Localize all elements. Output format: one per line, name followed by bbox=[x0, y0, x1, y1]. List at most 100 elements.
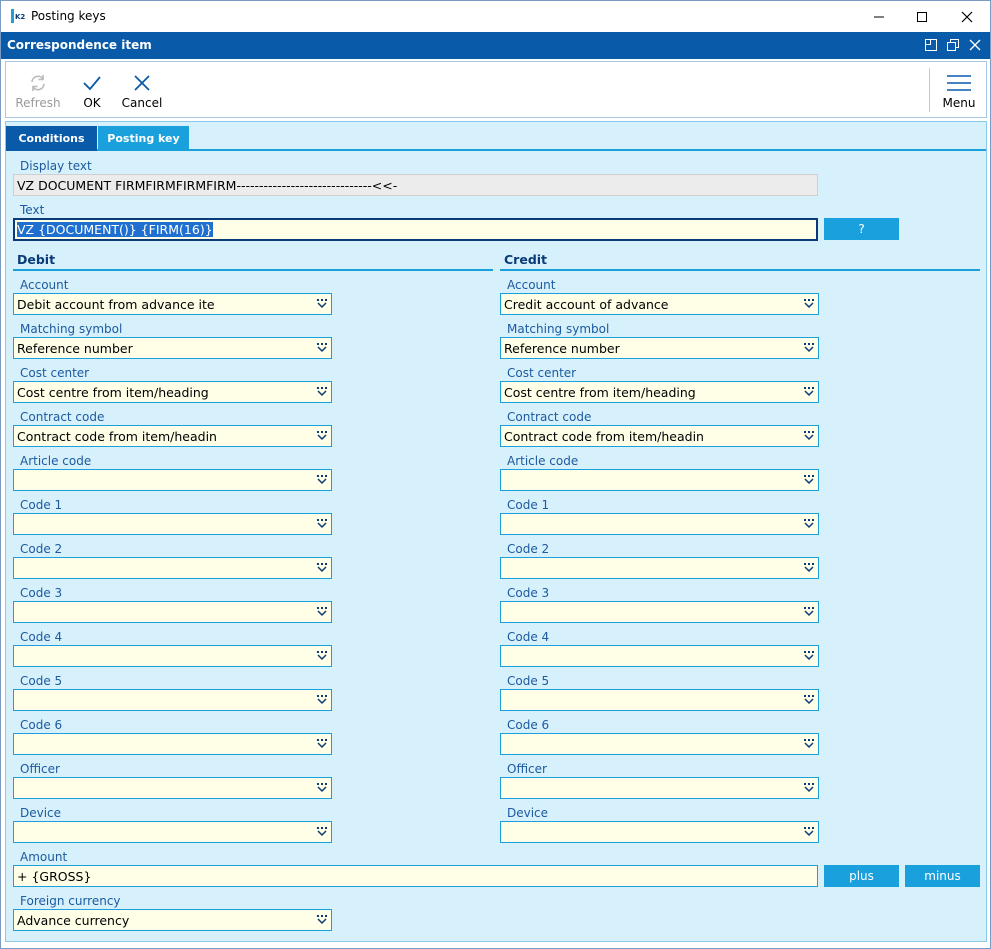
debit-matching-symbol-value: Reference number bbox=[17, 341, 133, 356]
debit-officer-label: Officer bbox=[20, 762, 60, 776]
dock-icon[interactable] bbox=[923, 37, 939, 53]
dropdown-arrow-icon bbox=[317, 695, 327, 705]
debit-code-1-select[interactable] bbox=[13, 513, 332, 535]
refresh-icon bbox=[31, 75, 45, 91]
credit-code-5-label: Code 5 bbox=[507, 674, 550, 688]
debit-code-5-select[interactable] bbox=[13, 689, 332, 711]
k2-app-icon: K2 bbox=[10, 8, 26, 24]
refresh-button[interactable]: Refresh bbox=[12, 62, 64, 117]
dropdown-arrow-icon bbox=[804, 519, 814, 529]
dropdown-arrow-icon bbox=[804, 475, 814, 485]
foreign-currency-label: Foreign currency bbox=[20, 894, 121, 908]
ok-label: OK bbox=[83, 96, 101, 110]
restore-icon[interactable] bbox=[945, 37, 961, 53]
debit-code-3-label: Code 3 bbox=[20, 586, 63, 600]
dropdown-arrow-icon bbox=[804, 739, 814, 749]
help-button[interactable]: ? bbox=[824, 218, 899, 240]
close-form-icon[interactable] bbox=[967, 37, 983, 53]
debit-code-2-select[interactable] bbox=[13, 557, 332, 579]
debit-code-5-label: Code 5 bbox=[20, 674, 63, 688]
close-window-button[interactable] bbox=[944, 1, 990, 32]
amount-label: Amount bbox=[20, 850, 68, 864]
credit-officer-select[interactable] bbox=[500, 777, 819, 799]
dropdown-arrow-icon bbox=[804, 651, 814, 661]
dropdown-arrow-icon bbox=[317, 519, 327, 529]
credit-code-3-select[interactable] bbox=[500, 601, 819, 623]
form-title: Correspondence item bbox=[7, 38, 152, 52]
posting-keys-window: K2 Posting keys Correspondence item Refr… bbox=[0, 0, 991, 949]
dropdown-arrow-icon bbox=[317, 387, 327, 397]
plus-button[interactable]: plus bbox=[824, 865, 899, 887]
credit-code-2-label: Code 2 bbox=[507, 542, 550, 556]
credit-code-4-select[interactable] bbox=[500, 645, 819, 667]
amount-input[interactable]: + {GROSS} bbox=[13, 865, 818, 887]
credit-code-3-label: Code 3 bbox=[507, 586, 550, 600]
debit-account-value: Debit account from advance ite bbox=[17, 297, 215, 312]
tab-bar: Conditions Posting key bbox=[6, 126, 986, 151]
credit-matching-symbol-select[interactable]: Reference number bbox=[500, 337, 819, 359]
credit-code-2-select[interactable] bbox=[500, 557, 819, 579]
tab-conditions[interactable]: Conditions bbox=[6, 126, 97, 151]
debit-code-3-select[interactable] bbox=[13, 601, 332, 623]
form-header: Correspondence item bbox=[1, 32, 990, 59]
window-titlebar: K2 Posting keys bbox=[1, 1, 990, 32]
dropdown-arrow-icon bbox=[317, 431, 327, 441]
debit-device-select[interactable] bbox=[13, 821, 332, 843]
debit-matching-symbol-select[interactable]: Reference number bbox=[13, 337, 332, 359]
credit-code-6-select[interactable] bbox=[500, 733, 819, 755]
dropdown-arrow-icon bbox=[317, 343, 327, 353]
minimize-button[interactable] bbox=[856, 1, 902, 32]
credit-article-code-label: Article code bbox=[507, 454, 579, 468]
form-content: Conditions Posting key Display text VZ D… bbox=[5, 121, 987, 942]
credit-matching-symbol-value: Reference number bbox=[504, 341, 620, 356]
dropdown-arrow-icon bbox=[317, 607, 327, 617]
tab-posting-key[interactable]: Posting key bbox=[98, 126, 189, 151]
debit-contract-code-select[interactable]: Contract code from item/headin bbox=[13, 425, 332, 447]
text-input[interactable]: VZ {DOCUMENT()} {FIRM(16)} bbox=[13, 218, 818, 241]
debit-account-select[interactable]: Debit account from advance ite bbox=[13, 293, 332, 315]
menu-button[interactable]: Menu bbox=[936, 62, 982, 117]
debit-device-label: Device bbox=[20, 806, 62, 820]
minimize-icon bbox=[874, 16, 884, 17]
debit-code-4-select[interactable] bbox=[13, 645, 332, 667]
cancel-label: Cancel bbox=[121, 96, 163, 110]
ok-button[interactable]: OK bbox=[72, 62, 112, 117]
credit-device-select[interactable] bbox=[500, 821, 819, 843]
credit-divider bbox=[500, 269, 980, 271]
credit-article-code-select[interactable] bbox=[500, 469, 819, 491]
dropdown-arrow-icon bbox=[804, 343, 814, 353]
cancel-button[interactable]: Cancel bbox=[118, 62, 166, 117]
foreign-currency-value: Advance currency bbox=[17, 913, 130, 928]
dropdown-arrow-icon bbox=[804, 695, 814, 705]
credit-account-label: Account bbox=[507, 278, 556, 292]
maximize-button[interactable] bbox=[899, 1, 945, 32]
dropdown-arrow-icon bbox=[317, 827, 327, 837]
credit-code-4-label: Code 4 bbox=[507, 630, 550, 644]
debit-section-title: Debit bbox=[17, 252, 56, 267]
minus-button[interactable]: minus bbox=[905, 865, 980, 887]
foreign-currency-select[interactable]: Advance currency bbox=[13, 909, 332, 931]
credit-code-1-select[interactable] bbox=[500, 513, 819, 535]
debit-code-6-select[interactable] bbox=[13, 733, 332, 755]
credit-cost-center-select[interactable]: Cost centre from item/heading bbox=[500, 381, 819, 403]
debit-cost-center-select[interactable]: Cost centre from item/heading bbox=[13, 381, 332, 403]
credit-officer-label: Officer bbox=[507, 762, 547, 776]
debit-code-1-label: Code 1 bbox=[20, 498, 63, 512]
debit-code-4-label: Code 4 bbox=[20, 630, 63, 644]
display-text-field: VZ DOCUMENT FIRMFIRMFIRMFIRM------------… bbox=[13, 174, 818, 196]
dropdown-arrow-icon bbox=[804, 387, 814, 397]
debit-contract-code-label: Contract code bbox=[20, 410, 105, 424]
debit-article-code-select[interactable] bbox=[13, 469, 332, 491]
dropdown-arrow-icon bbox=[317, 563, 327, 573]
debit-officer-select[interactable] bbox=[13, 777, 332, 799]
close-icon bbox=[961, 11, 973, 22]
dropdown-arrow-icon bbox=[317, 739, 327, 749]
debit-cost-center-label: Cost center bbox=[20, 366, 90, 380]
credit-cost-center-label: Cost center bbox=[507, 366, 577, 380]
dropdown-arrow-icon bbox=[317, 783, 327, 793]
debit-divider bbox=[13, 269, 493, 271]
credit-code-5-select[interactable] bbox=[500, 689, 819, 711]
dropdown-arrow-icon bbox=[804, 431, 814, 441]
credit-contract-code-select[interactable]: Contract code from item/headin bbox=[500, 425, 819, 447]
credit-account-select[interactable]: Credit account of advance bbox=[500, 293, 819, 315]
